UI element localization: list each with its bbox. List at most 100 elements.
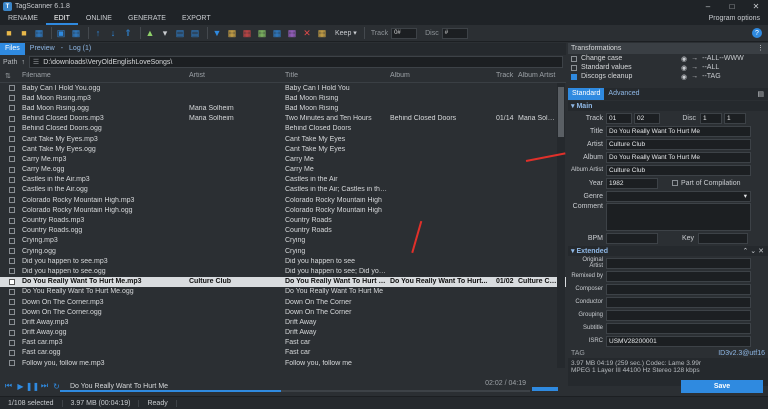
- tab-advanced[interactable]: Advanced: [604, 88, 643, 100]
- compilation-checkbox[interactable]: [672, 180, 678, 186]
- table-row[interactable]: Do You Really Want To Hurt Me.ogg Do You …: [0, 287, 566, 297]
- genre-dropdown[interactable]: ▾: [606, 190, 751, 202]
- section-controls-icon[interactable]: ⌃ ⌄ ✕: [743, 247, 765, 255]
- track-total-field[interactable]: 02: [634, 112, 660, 124]
- table-row[interactable]: Bad Moon Rising.ogg Maria Solheim Bad Moon…: [0, 103, 566, 113]
- bpm-field[interactable]: [606, 232, 658, 244]
- main-section-header[interactable]: ▾ Main: [568, 101, 768, 111]
- row-checkbox[interactable]: [9, 299, 15, 306]
- save-icon[interactable]: ▦: [33, 27, 45, 39]
- artist-field[interactable]: Culture Club: [606, 138, 751, 150]
- panel-toggle-icon[interactable]: ▤: [757, 90, 764, 98]
- header-album[interactable]: Album: [388, 72, 494, 79]
- menu-generate[interactable]: GENERATE: [120, 13, 174, 25]
- table-row[interactable]: Country Roads.ogg Country Roads: [0, 226, 566, 236]
- title-field[interactable]: Do You Really Want To Hurt Me: [606, 125, 751, 137]
- row-checkbox[interactable]: [9, 85, 15, 92]
- row-checkbox[interactable]: [9, 136, 15, 143]
- delete-icon[interactable]: ✕: [301, 27, 313, 39]
- row-checkbox[interactable]: [9, 105, 15, 112]
- tab-log[interactable]: Log (1): [64, 43, 96, 55]
- extended-section-header[interactable]: ▾ Extended ⌃ ⌄ ✕: [568, 246, 768, 256]
- table-row[interactable]: Bad Moon Rising.mp3 Bad Moon Rising: [0, 93, 566, 103]
- table-row[interactable]: Behind Closed Doors.ogg Behind Closed Doo…: [0, 124, 566, 134]
- row-checkbox[interactable]: [9, 329, 15, 336]
- eye-icon[interactable]: ◉: [681, 64, 687, 72]
- pause-icon[interactable]: ❚❚: [26, 382, 39, 391]
- row-checkbox[interactable]: [9, 227, 15, 234]
- disc-total-field[interactable]: 1: [724, 112, 746, 124]
- tab-preview[interactable]: Preview: [25, 43, 60, 55]
- case-icon[interactable]: ▦: [286, 27, 298, 39]
- row-checkbox[interactable]: [9, 248, 15, 255]
- ext-field[interactable]: [606, 257, 751, 269]
- lyrics-icon[interactable]: ▦: [256, 27, 268, 39]
- ext-field[interactable]: [606, 296, 751, 308]
- grid-scrollbar[interactable]: [557, 83, 565, 368]
- row-checkbox[interactable]: [9, 156, 15, 163]
- row-checkbox[interactable]: [9, 360, 15, 367]
- year-field[interactable]: 1982: [606, 177, 658, 189]
- transformation-checkbox[interactable]: [571, 55, 577, 62]
- transformation-item[interactable]: Standard values ◉ → --ALL: [568, 63, 768, 72]
- track-format-input[interactable]: 0#: [391, 27, 418, 39]
- header-track[interactable]: Track: [494, 72, 516, 79]
- table-row[interactable]: Cant Take My Eyes.ogg Cant Take My Eyes: [0, 144, 566, 154]
- eye-icon[interactable]: ◉: [681, 55, 687, 63]
- ext-field[interactable]: [606, 283, 751, 295]
- row-checkbox[interactable]: [9, 217, 15, 224]
- table-row[interactable]: Do You Really Want To Hurt Me.mp3 Culture…: [0, 276, 566, 287]
- eye-icon[interactable]: ◉: [681, 73, 687, 81]
- folder-add-icon[interactable]: ■: [18, 27, 30, 39]
- table-row[interactable]: Carry Me.ogg Carry Me: [0, 165, 566, 175]
- table-row[interactable]: Baby Can I Hold You.ogg Baby Can I Hold Y…: [0, 83, 566, 93]
- close-button[interactable]: ✕: [744, 0, 768, 13]
- row-checkbox[interactable]: [9, 186, 15, 193]
- move-top-icon[interactable]: ⇑: [122, 27, 134, 39]
- move-down-icon[interactable]: ↓: [107, 27, 119, 39]
- disc-field[interactable]: 1: [700, 112, 722, 124]
- filter-icon[interactable]: ▼: [211, 27, 223, 39]
- open-folder-icon[interactable]: ■: [3, 27, 15, 39]
- image-icon[interactable]: ▦: [226, 27, 238, 39]
- paste-icon[interactable]: ▤: [189, 27, 201, 39]
- row-checkbox[interactable]: [9, 258, 15, 265]
- row-checkbox[interactable]: [9, 268, 15, 275]
- keep-dropdown[interactable]: Keep ▾: [331, 27, 361, 39]
- seek-bar[interactable]: [60, 390, 530, 392]
- table-row[interactable]: Did you happen to see.ogg Did you happen …: [0, 266, 566, 276]
- row-checkbox[interactable]: [9, 207, 15, 214]
- table-row[interactable]: Country Roads.mp3 Country Roads: [0, 215, 566, 225]
- table-row[interactable]: Drift Away.ogg Drift Away: [0, 328, 566, 338]
- table-row[interactable]: Did you happen to see.mp3 Did you happen …: [0, 256, 566, 266]
- row-checkbox[interactable]: [9, 339, 15, 346]
- help-icon[interactable]: ?: [752, 28, 762, 38]
- row-checkbox[interactable]: [9, 115, 15, 122]
- row-checkbox[interactable]: [9, 166, 15, 173]
- transformation-checkbox[interactable]: [571, 73, 577, 80]
- export-icon[interactable]: ▦: [316, 27, 328, 39]
- row-checkbox[interactable]: [9, 349, 15, 356]
- row-checkbox[interactable]: [9, 237, 15, 244]
- table-row[interactable]: Crying.ogg Crying: [0, 246, 566, 256]
- transformation-item[interactable]: Discogs cleanup ◉ → --TAG: [568, 72, 768, 81]
- row-checkbox[interactable]: [9, 288, 15, 295]
- table-row[interactable]: Colorado Rocky Mountain High.ogg Colorado…: [0, 205, 566, 215]
- table-row[interactable]: Crying.mp3 Crying: [0, 236, 566, 246]
- minimize-button[interactable]: –: [696, 0, 720, 13]
- row-checkbox[interactable]: [9, 278, 15, 285]
- header-title[interactable]: Title: [283, 72, 388, 79]
- header-filename[interactable]: Filename: [20, 72, 187, 79]
- ext-field[interactable]: [606, 309, 751, 321]
- up-folder-icon[interactable]: ↑: [21, 59, 25, 66]
- dropdown-icon[interactable]: ▾: [159, 27, 171, 39]
- grid-icon[interactable]: ▦: [70, 27, 82, 39]
- table-row[interactable]: Fast car.mp3 Fast car: [0, 338, 566, 348]
- menu-online[interactable]: ONLINE: [78, 13, 120, 25]
- shuffle-icon[interactable]: ⇅: [0, 72, 20, 80]
- header-artist[interactable]: Artist: [187, 72, 283, 79]
- table-row[interactable]: Castles in the Air.ogg Castles in the Air…: [0, 185, 566, 195]
- row-checkbox[interactable]: [9, 309, 15, 316]
- table-row[interactable]: Drift Away.mp3 Drift Away: [0, 317, 566, 327]
- menu-export[interactable]: EXPORT: [174, 13, 219, 25]
